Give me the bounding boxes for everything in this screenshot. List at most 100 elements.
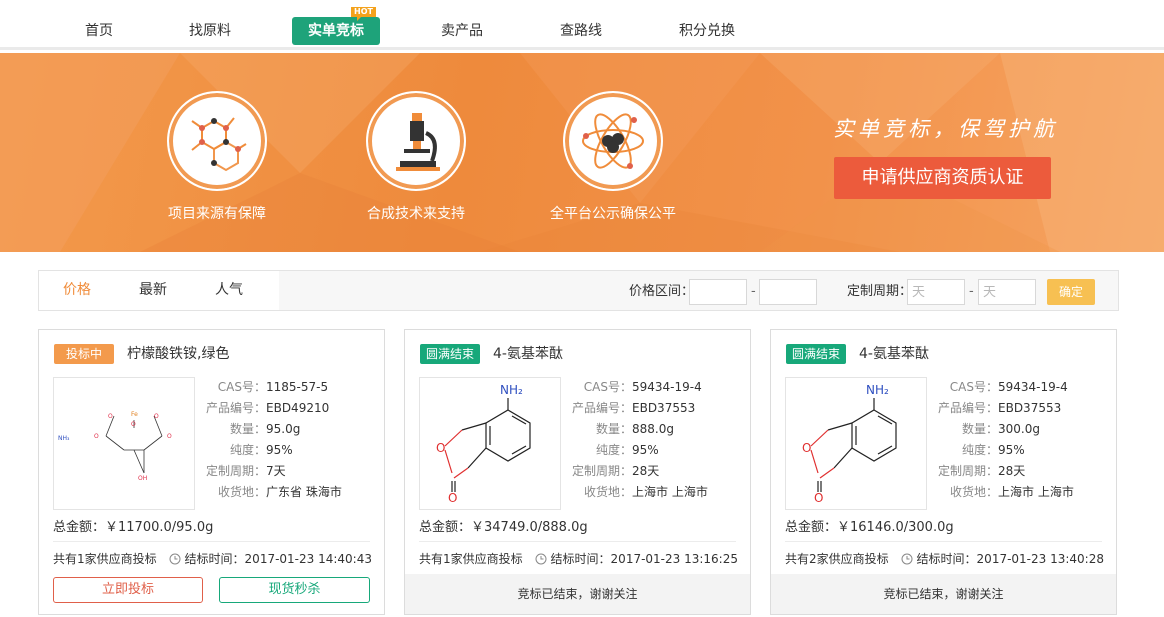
spec-list: CAS号：1185-57-5 产品编号：EBD49210 数量：95.0g 纯度… bbox=[196, 377, 381, 503]
oh-label: OH bbox=[138, 475, 147, 482]
feature-synthesis-label: 合成技术来支持 bbox=[367, 206, 465, 222]
period-range-dash: - bbox=[969, 284, 974, 299]
bid-card[interactable]: 圆满结束 4-氨基苯酞 NH₂ O O CAS号：59434-19-4 产品编号… bbox=[404, 329, 751, 615]
o-label: O bbox=[94, 433, 99, 440]
o-label: O bbox=[131, 421, 136, 428]
tab-sort-price[interactable]: 价格 bbox=[63, 271, 91, 310]
feature-source-guarantee: 项目来源有保障 bbox=[147, 91, 287, 223]
nav-bidding-label: 实单竞标 bbox=[308, 23, 364, 39]
price-min-input[interactable] bbox=[689, 279, 747, 305]
tab-sort-popular[interactable]: 人气 bbox=[215, 271, 243, 310]
code-value: EBD49210 bbox=[266, 401, 330, 415]
apply-supplier-certification-button[interactable]: 申请供应商资质认证 bbox=[834, 157, 1051, 199]
price-max-input[interactable] bbox=[759, 279, 817, 305]
price-range-dash: - bbox=[751, 284, 756, 299]
structure-image: NH₃ Fe O O O O O OH bbox=[53, 377, 195, 510]
total-amount: 总金额：￥34749.0/888.0g bbox=[419, 520, 588, 535]
spec-cas: CAS号：59434-19-4 bbox=[949, 380, 1068, 394]
total-amount: 总金额：￥11700.0/95.0g bbox=[53, 520, 214, 535]
hero-banner: 项目来源有保障 合成技术来支持 全平台公示确保公平 实单竞标，保驾护航 申请供应… bbox=[0, 53, 1164, 252]
bid-now-button[interactable]: 立即投标 bbox=[53, 577, 203, 603]
spec-qty: 数量：888.0g bbox=[595, 422, 674, 436]
product-name[interactable]: 4-氨基苯酞 bbox=[493, 344, 563, 364]
atom-icon bbox=[563, 91, 663, 191]
o-label: O bbox=[436, 441, 445, 455]
period-min-input[interactable] bbox=[907, 279, 965, 305]
spec-dest: 收货地：广东省 珠海市 bbox=[217, 485, 342, 499]
spec-code: 产品编号：EBD49210 bbox=[205, 401, 330, 415]
status-badge: 圆满结束 bbox=[786, 344, 847, 364]
feature-synthesis-support: 合成技术来支持 bbox=[346, 91, 486, 223]
hot-badge: HOT bbox=[351, 7, 376, 21]
supplier-count: 共有1家供应商投标 bbox=[419, 552, 523, 566]
bid-card[interactable]: 圆满结束 4-氨基苯酞 NH₂ O O CAS号：59434-19-4 产品编号… bbox=[770, 329, 1117, 615]
divider bbox=[785, 541, 1102, 542]
divider bbox=[53, 541, 370, 542]
nav-bidding[interactable]: 实单竞标 HOT bbox=[292, 7, 380, 45]
filter-confirm-button[interactable]: 确定 bbox=[1047, 279, 1095, 305]
bid-card[interactable]: 投标中 柠檬酸铁铵,绿色 NH₃ Fe O O O O O OH CAS号：11… bbox=[38, 329, 385, 615]
spec-period: 定制周期：7天 bbox=[205, 464, 286, 478]
nav-sell-products[interactable]: 卖产品 bbox=[432, 17, 492, 45]
dest-value: 广东省 珠海市 bbox=[266, 485, 342, 499]
qty-value: 300.0g bbox=[998, 422, 1040, 436]
feature-public-fair: 全平台公示确保公平 bbox=[543, 91, 683, 223]
spec-code: 产品编号：EBD37553 bbox=[937, 401, 1062, 415]
spec-qty: 数量：300.0g bbox=[961, 422, 1040, 436]
clock-icon bbox=[169, 553, 181, 565]
structure-image: NH₂ O O bbox=[419, 377, 561, 510]
spec-list: CAS号：59434-19-4 产品编号：EBD37553 数量：888.0g … bbox=[562, 377, 747, 503]
nav-routes[interactable]: 查路线 bbox=[551, 17, 611, 45]
filter-bar: 价格 最新 人气 价格区间： - 定制周期： - 确定 bbox=[38, 270, 1119, 311]
spec-cas: CAS号：1185-57-5 bbox=[217, 380, 329, 394]
o-label: O bbox=[802, 441, 811, 455]
spot-flash-sale-button[interactable]: 现货秒杀 bbox=[219, 577, 370, 603]
nav-home-label: 首页 bbox=[85, 23, 113, 39]
supplier-count: 共有2家供应商投标 bbox=[785, 552, 889, 566]
tab-sort-latest[interactable]: 最新 bbox=[139, 271, 167, 310]
period-value: 7天 bbox=[266, 464, 286, 478]
purity-value: 95% bbox=[632, 443, 659, 457]
cas-value: 59434-19-4 bbox=[998, 380, 1068, 394]
period-max-input[interactable] bbox=[978, 279, 1036, 305]
dest-value: 上海市 上海市 bbox=[998, 485, 1074, 499]
spec-purity: 纯度：95% bbox=[961, 443, 1025, 457]
nh2-label: NH₂ bbox=[500, 383, 523, 397]
o-label: O bbox=[154, 413, 159, 420]
nav-find-materials[interactable]: 找原料 bbox=[180, 17, 240, 45]
structure-image: NH₂ O O bbox=[785, 377, 927, 510]
qty-value: 888.0g bbox=[632, 422, 674, 436]
spec-dest: 收货地：上海市 上海市 bbox=[583, 485, 708, 499]
dest-value: 上海市 上海市 bbox=[632, 485, 708, 499]
microscope-icon bbox=[366, 91, 466, 191]
nav-home[interactable]: 首页 bbox=[70, 17, 128, 45]
end-time: 结标时间：2017-01-23 13:40:28 bbox=[901, 550, 1104, 567]
code-value: EBD37553 bbox=[632, 401, 696, 415]
sort-tabs: 价格 最新 人气 bbox=[39, 271, 279, 310]
bidding-ended-notice: 竞标已结束，谢谢关注 bbox=[771, 574, 1116, 614]
spec-qty: 数量：95.0g bbox=[229, 422, 301, 436]
price-range-label: 价格区间： bbox=[629, 284, 695, 299]
molecule-structure-icon bbox=[167, 91, 267, 191]
nh2-label: NH₂ bbox=[866, 383, 889, 397]
end-time-text: 结标时间：2017-01-23 14:40:43 bbox=[184, 552, 372, 566]
period-value: 28天 bbox=[632, 464, 660, 478]
spec-purity: 纯度：95% bbox=[595, 443, 659, 457]
status-badge: 圆满结束 bbox=[420, 344, 481, 364]
spec-purity: 纯度：95% bbox=[229, 443, 293, 457]
supplier-count: 共有1家供应商投标 bbox=[53, 552, 157, 566]
product-name[interactable]: 柠檬酸铁铵,绿色 bbox=[127, 344, 229, 364]
banner-slogan: 实单竞标，保驾护航 bbox=[833, 117, 1058, 141]
o-label: O bbox=[448, 491, 457, 505]
nav-points-exchange[interactable]: 积分兑换 bbox=[670, 17, 744, 45]
nh3-label: NH₃ bbox=[58, 435, 70, 442]
code-value: EBD37553 bbox=[998, 401, 1062, 415]
o-label: O bbox=[814, 491, 823, 505]
product-name[interactable]: 4-氨基苯酞 bbox=[859, 344, 929, 364]
cas-value: 1185-57-5 bbox=[266, 380, 329, 394]
purity-value: 95% bbox=[998, 443, 1025, 457]
spec-code: 产品编号：EBD37553 bbox=[571, 401, 696, 415]
spec-period: 定制周期：28天 bbox=[571, 464, 660, 478]
feature-source-label: 项目来源有保障 bbox=[168, 206, 266, 222]
purity-value: 95% bbox=[266, 443, 293, 457]
